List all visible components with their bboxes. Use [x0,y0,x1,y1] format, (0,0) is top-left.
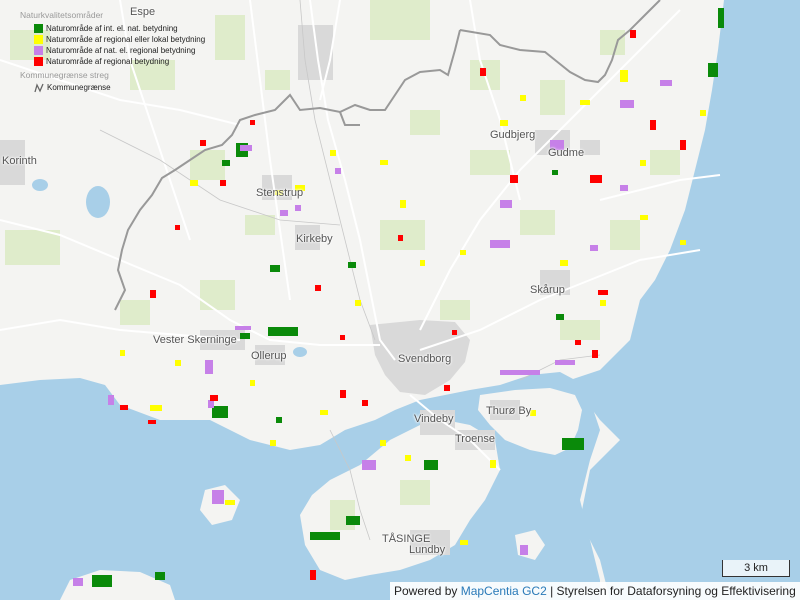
legend-item-label: Naturområde af regional betydning [46,57,170,66]
place-label-svendborg: Svendborg [398,353,452,365]
place-label-korinth: Korinth [2,155,37,167]
place-label-skarup: Skårup [530,284,565,296]
place-label-ollerup: Ollerup [251,350,287,362]
place-label-espe: Espe [130,6,156,18]
legend-item: Kommunegrænse [34,82,205,93]
legend-item: Naturområde af regional betydning [34,56,205,67]
place-label-vindeby: Vindeby [414,413,454,425]
place-label-thuro-by: Thurø By [486,405,532,417]
attribution-link[interactable]: MapCentia GC2 [461,584,547,598]
map-legend: Naturkvalitetsområder Naturområde af int… [20,10,205,93]
legend-boundary-label: Kommunegrænse [47,83,111,92]
attribution-suffix: | Styrelsen for Dataforsyning og Effekti… [546,584,796,598]
legend-item: Naturområde af int. el. nat. betydning [34,23,205,34]
legend-swatch-purple [34,46,43,55]
place-label-stenstrup: Stenstrup [256,187,304,199]
place-label-kirkeby: Kirkeby [296,233,333,245]
boundary-line-icon [34,82,44,93]
scale-bar: 3 km [722,560,790,577]
legend-item: Naturområde af regional eller lokal bety… [34,34,205,45]
place-label-lundby: Lundby [409,544,446,556]
legend-item-label: Naturområde af regional eller lokal bety… [46,35,206,44]
legend-group-title: Naturkvalitetsområder [20,10,104,20]
legend-item-label: Naturområde af nat. el. regional betydni… [46,46,196,55]
attribution-prefix: Powered by [394,584,461,598]
legend-item-label: Naturområde af int. el. nat. betydning [46,24,178,33]
legend-boundary-group-title: Kommunegrænse streg [20,70,109,80]
place-label-gudme: Gudme [548,147,585,159]
place-label-troense: Troense [455,433,495,445]
place-label-gudbjerg: Gudbjerg [490,129,536,141]
legend-swatch-yellow [34,35,43,44]
place-label-vester-skerninge: Vester Skerninge [153,334,237,346]
legend-item: Naturområde af nat. el. regional betydni… [34,45,205,56]
scale-bar-label: 3 km [744,562,768,574]
map-attribution: Powered by MapCentia GC2 | Styrelsen for… [390,582,800,600]
legend-swatch-green [34,24,43,33]
legend-swatch-red [34,57,43,66]
